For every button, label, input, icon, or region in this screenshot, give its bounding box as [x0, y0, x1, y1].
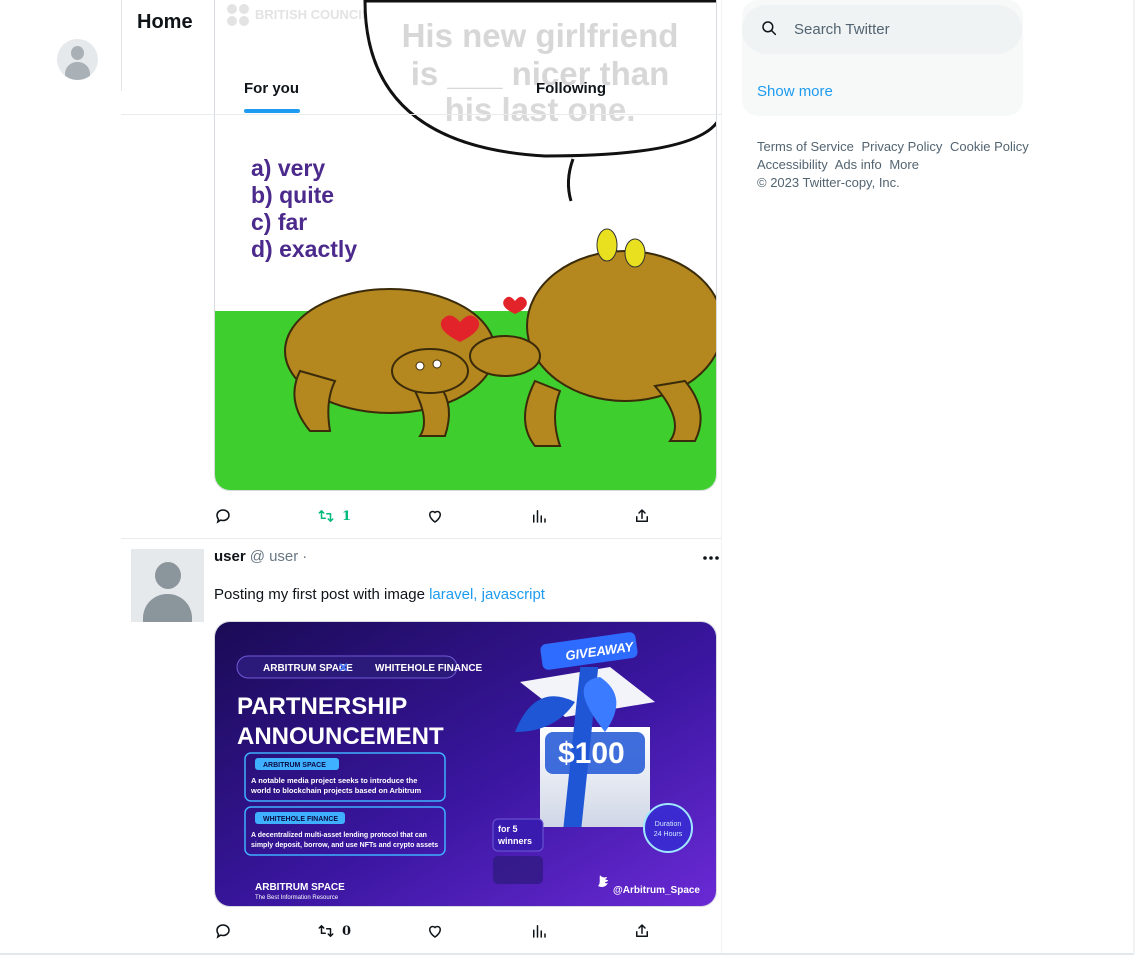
- tweet-2-body: Posting my first post with image: [214, 586, 425, 603]
- reply-button[interactable]: [214, 921, 232, 941]
- more-options-icon[interactable]: [701, 552, 721, 564]
- svg-text:@Arbitrum_Space: @Arbitrum_Space: [613, 885, 700, 896]
- svg-text:The Best Information Resource: The Best Information Resource: [255, 895, 339, 901]
- footer-cookie-link[interactable]: Cookie Policy: [950, 139, 1029, 154]
- avatar-head-shape: [71, 46, 84, 60]
- share-icon: [636, 509, 648, 522]
- svg-text:A notable media project seeks: A notable media project seeks to introdu…: [251, 776, 417, 785]
- show-more-link[interactable]: Show more: [757, 83, 833, 100]
- retweet-count: 0: [342, 923, 352, 939]
- search-bar[interactable]: [742, 5, 1022, 54]
- avatar-body-shape: [143, 594, 192, 622]
- svg-text:WHITEHOLE FINANCE: WHITEHOLE FINANCE: [263, 816, 338, 823]
- svg-text:$100: $100: [558, 737, 625, 770]
- footer-links: Terms of Service Privacy Policy Cookie P…: [757, 138, 1037, 192]
- like-button[interactable]: [426, 506, 444, 526]
- svg-text:for 5: for 5: [498, 824, 518, 834]
- svg-text:Duration: Duration: [655, 821, 682, 828]
- footer-ads-info-link[interactable]: Ads info: [835, 157, 882, 172]
- tweet-2-header: user @ user ·: [214, 548, 307, 565]
- footer-accessibility-link[interactable]: Accessibility: [757, 157, 828, 172]
- partnership-announcement-image: ARBITRUM SPACE WHITEHOLE FINANCE ✕ GIVEA…: [215, 622, 716, 906]
- svg-text:WHITEHOLE FINANCE: WHITEHOLE FINANCE: [375, 663, 483, 674]
- svg-text:d) exactly: d) exactly: [251, 236, 357, 262]
- active-tab-indicator: [244, 109, 300, 113]
- timeline-header: Home For you Following: [121, 0, 722, 115]
- avatar-head-shape: [155, 562, 181, 589]
- copyright-text: © 2023 Twitter-copy, Inc.: [757, 175, 900, 190]
- svg-text:ARBITRUM SPACE: ARBITRUM SPACE: [263, 762, 326, 769]
- retweet-icon: [318, 925, 334, 937]
- page-title: Home: [137, 11, 193, 33]
- footer-terms-link[interactable]: Terms of Service: [757, 139, 854, 154]
- svg-text:winners: winners: [497, 836, 532, 846]
- reply-button[interactable]: [214, 506, 232, 526]
- like-button[interactable]: [426, 921, 444, 941]
- svg-text:A decentralized multi-asset le: A decentralized multi-asset lending prot…: [251, 832, 427, 839]
- reply-icon: [216, 509, 230, 524]
- svg-text:simply deposit, borrow, and us: simply deposit, borrow, and use NFTs and…: [251, 842, 438, 849]
- search-icon: [762, 21, 777, 36]
- tweet-2-author-name[interactable]: user: [214, 548, 246, 565]
- tweet-2-actions: 0: [214, 921, 654, 941]
- heart-icon: [428, 925, 442, 938]
- footer-more-link[interactable]: More: [889, 157, 919, 172]
- heart-icon: [428, 510, 442, 523]
- avatar-body-shape: [65, 62, 90, 80]
- tweet-2-image[interactable]: ARBITRUM SPACE WHITEHOLE FINANCE ✕ GIVEA…: [214, 621, 717, 907]
- tweet-1-actions: 1: [214, 506, 654, 526]
- svg-text:✕: ✕: [338, 660, 349, 675]
- retweet-button[interactable]: 1: [317, 506, 351, 526]
- svg-text:a) very: a) very: [251, 155, 325, 181]
- search-input[interactable]: [794, 18, 994, 40]
- tweet-2-separator-dot: ·: [302, 548, 308, 565]
- tweet-2-hashtags[interactable]: laravel, javascript: [429, 586, 545, 603]
- tweet-2-author-handle[interactable]: @ user: [250, 548, 299, 565]
- views-button[interactable]: [530, 921, 548, 941]
- retweet-button[interactable]: 0: [317, 921, 351, 941]
- footer-privacy-link[interactable]: Privacy Policy: [861, 139, 942, 154]
- tweet-2-text: Posting my first post with image laravel…: [214, 586, 545, 603]
- tab-for-you[interactable]: For you: [244, 80, 299, 97]
- bar-chart-icon: [533, 510, 546, 523]
- tab-following[interactable]: Following: [536, 80, 606, 97]
- bar-chart-icon: [533, 925, 546, 938]
- svg-text:b) quite: b) quite: [251, 182, 334, 208]
- views-button[interactable]: [530, 506, 548, 526]
- profile-avatar[interactable]: [57, 39, 98, 80]
- retweet-count: 1: [342, 508, 352, 524]
- timeline: BRITISH COUNCIL His new girlfriend is __…: [121, 0, 722, 955]
- share-button[interactable]: [633, 921, 651, 941]
- share-button[interactable]: [633, 506, 651, 526]
- tweet-2-avatar[interactable]: [131, 549, 204, 622]
- svg-text:PARTNERSHIP: PARTNERSHIP: [237, 693, 407, 720]
- svg-text:ANNOUNCEMENT: ANNOUNCEMENT: [237, 723, 444, 750]
- svg-text:24 Hours: 24 Hours: [654, 831, 683, 838]
- header-divider: [121, 0, 122, 91]
- svg-text:world to blockchain projects b: world to blockchain projects based on Ar…: [250, 786, 421, 795]
- retweet-icon: [318, 510, 334, 522]
- reply-icon: [216, 924, 230, 939]
- svg-text:ARBITRUM SPACE: ARBITRUM SPACE: [255, 882, 345, 893]
- svg-text:c) far: c) far: [251, 209, 307, 235]
- share-icon: [636, 924, 648, 937]
